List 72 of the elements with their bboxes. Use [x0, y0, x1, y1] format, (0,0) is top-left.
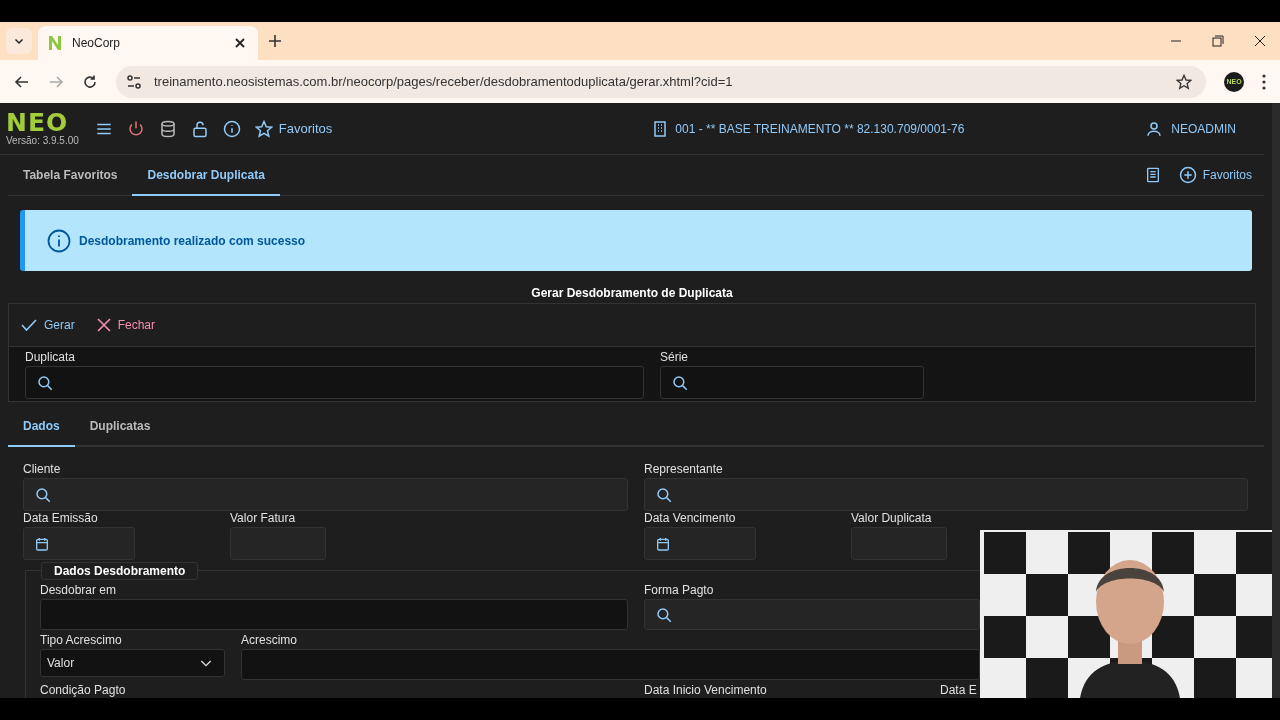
favorites-button[interactable]: Favoritos — [254, 119, 333, 138]
restore-icon[interactable] — [1212, 35, 1224, 47]
form-tab[interactable]: Dados — [8, 407, 75, 447]
field-label: Desdobrar em — [40, 583, 117, 598]
close-icon — [96, 318, 111, 332]
input-field[interactable] — [40, 599, 628, 630]
search-field[interactable] — [23, 478, 628, 511]
lock-icon[interactable] — [190, 119, 209, 138]
user-menu[interactable]: NEOADMIN — [1145, 119, 1236, 138]
close-icon[interactable] — [1254, 35, 1266, 47]
info-icon[interactable] — [222, 119, 241, 138]
building-icon — [653, 120, 668, 137]
new-tab-icon[interactable] — [268, 34, 282, 48]
back-icon[interactable] — [14, 73, 30, 90]
star-icon[interactable] — [1176, 73, 1192, 90]
search-icon[interactable] — [36, 373, 54, 392]
date-field[interactable] — [23, 527, 135, 560]
search-field[interactable] — [25, 366, 644, 399]
star-icon — [254, 119, 273, 138]
input-field[interactable] — [241, 649, 980, 680]
field-label: Data Inicio Vencimento — [644, 683, 767, 698]
user-icon — [1145, 119, 1164, 138]
company-selector[interactable]: 001 - ** BASE TREINAMENTO ** 82.130.709/0001-76 — [653, 120, 965, 137]
fieldset-legend: Dados Desdobramento — [41, 562, 199, 580]
logo: NEO — [6, 111, 69, 135]
generate-button[interactable]: Gerar — [21, 317, 75, 333]
close-button[interactable]: Fechar — [96, 318, 156, 332]
search-icon[interactable] — [34, 485, 52, 504]
form-tab[interactable]: Duplicatas — [74, 407, 166, 447]
plus-circle-icon — [1178, 166, 1197, 184]
field-label: Data Vencimento — [644, 511, 736, 526]
more-icon[interactable] — [1262, 73, 1266, 90]
field-label: Duplicata — [25, 350, 76, 365]
field-label: Condição Pagto — [40, 683, 126, 698]
page-tab[interactable]: Desdobrar Duplicata — [132, 155, 280, 196]
document-icon[interactable] — [1144, 167, 1161, 183]
search-icon[interactable] — [655, 485, 673, 504]
search-icon[interactable] — [655, 605, 673, 624]
reload-icon[interactable] — [82, 73, 98, 90]
power-icon[interactable] — [126, 119, 145, 138]
field-label: Valor Duplicata — [851, 511, 932, 526]
field-label: Cliente — [23, 462, 61, 477]
check-icon — [21, 317, 37, 333]
field-label: Série — [660, 350, 688, 365]
field-label: Representante — [644, 462, 723, 477]
field-label: Data Emissão — [23, 511, 98, 526]
calendar-icon[interactable] — [34, 535, 50, 552]
add-favorite-button[interactable]: Favoritos — [1178, 166, 1252, 184]
field-label: Data E — [940, 683, 977, 698]
version-text: Versão: 3.9.5.00 — [6, 135, 79, 146]
field-label: Forma Pagto — [644, 583, 714, 598]
database-icon[interactable] — [158, 119, 177, 138]
tab-list-button[interactable] — [6, 28, 32, 54]
message-text: Desdobramento realizado com sucesso — [79, 233, 306, 248]
page-tab[interactable]: Tabela Favoritos — [8, 155, 133, 196]
field-label: Acrescimo — [241, 633, 297, 648]
browser-tab[interactable]: NeoCorp — [38, 26, 258, 60]
panel-title: Gerar Desdobramento de Duplicata — [530, 286, 734, 302]
close-icon[interactable] — [234, 37, 246, 49]
date-field[interactable] — [644, 527, 756, 560]
search-icon[interactable] — [671, 373, 689, 392]
favicon-icon — [48, 35, 62, 51]
site-settings-icon[interactable] — [126, 73, 142, 90]
field-label: Tipo Acrescimo — [40, 633, 122, 648]
search-field[interactable] — [660, 366, 924, 399]
address-bar[interactable]: treinamento.neosistemas.com.br/neocorp/pages/receber/desdobramentoduplicata/gerar.xhtml?cid=1 — [116, 65, 1206, 98]
search-field[interactable] — [644, 599, 980, 630]
field-label: Valor Fatura — [230, 511, 296, 526]
dropdown[interactable]: Valor — [40, 649, 225, 677]
calendar-icon[interactable] — [655, 535, 671, 552]
search-field[interactable] — [644, 478, 1248, 511]
info-icon — [47, 228, 71, 253]
